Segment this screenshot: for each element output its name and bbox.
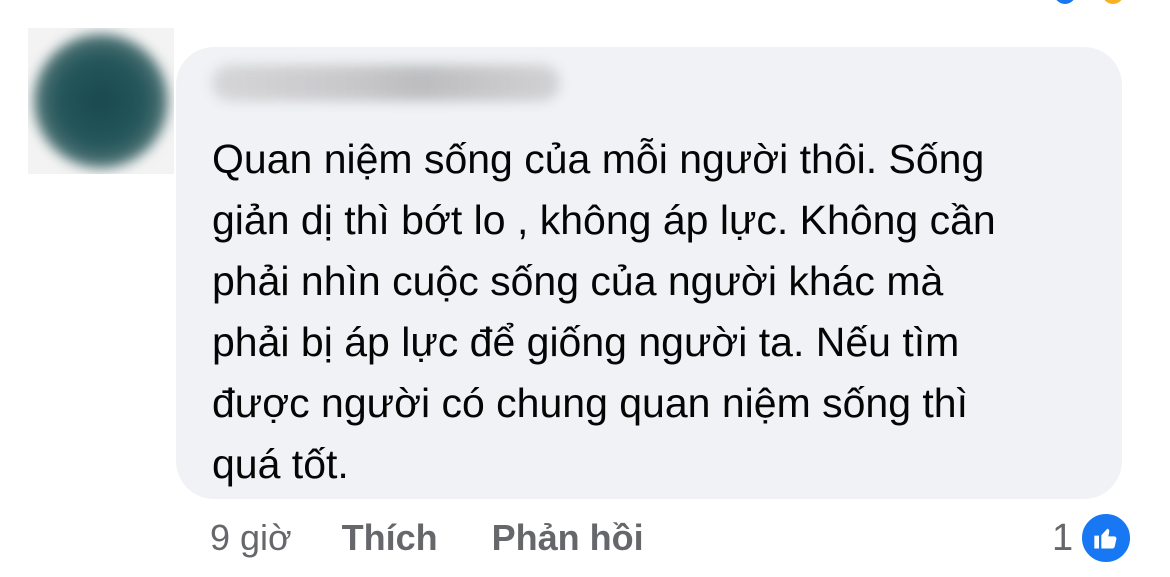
avatar[interactable] — [28, 28, 174, 174]
comment-line: Quan niệm sống của mỗi người thôi. Sống — [212, 136, 985, 182]
comment-line: được người có chung quan niệm sống thì — [212, 380, 968, 426]
comment-line: giản dị thì bớt lo , không áp lực. Không… — [212, 197, 996, 243]
comment-line: phải bị áp lực để giống người ta. Nếu tì… — [212, 319, 960, 365]
haha-reaction-icon — [1102, 0, 1124, 4]
thumbs-up-glyph — [1094, 528, 1117, 549]
timestamp[interactable]: 9 giờ — [210, 517, 292, 559]
thumbs-up-icon — [1079, 511, 1134, 565]
avatar-image-blurred — [34, 34, 168, 168]
comment-actions: 9 giờ Thích Phản hồi — [210, 515, 698, 561]
comment-line: quá tốt. — [212, 441, 349, 487]
comment-text: Quan niệm sống của mỗi người thôi. Sống … — [212, 129, 1092, 495]
comment-bubble: Quan niệm sống của mỗi người thôi. Sống … — [176, 47, 1122, 499]
comment-item: Quan niệm sống của mỗi người thôi. Sống … — [0, 0, 1170, 577]
commenter-name-blurred[interactable] — [212, 65, 560, 101]
comment-line: phải nhìn cuộc sống của người khác mà — [212, 258, 944, 304]
reply-button[interactable]: Phản hồi — [492, 517, 644, 559]
like-button[interactable]: Thích — [342, 517, 438, 559]
like-reaction-icon — [1054, 0, 1076, 4]
reaction-count: 1 — [1052, 516, 1074, 559]
reaction-summary[interactable]: 1 — [1052, 511, 1134, 565]
